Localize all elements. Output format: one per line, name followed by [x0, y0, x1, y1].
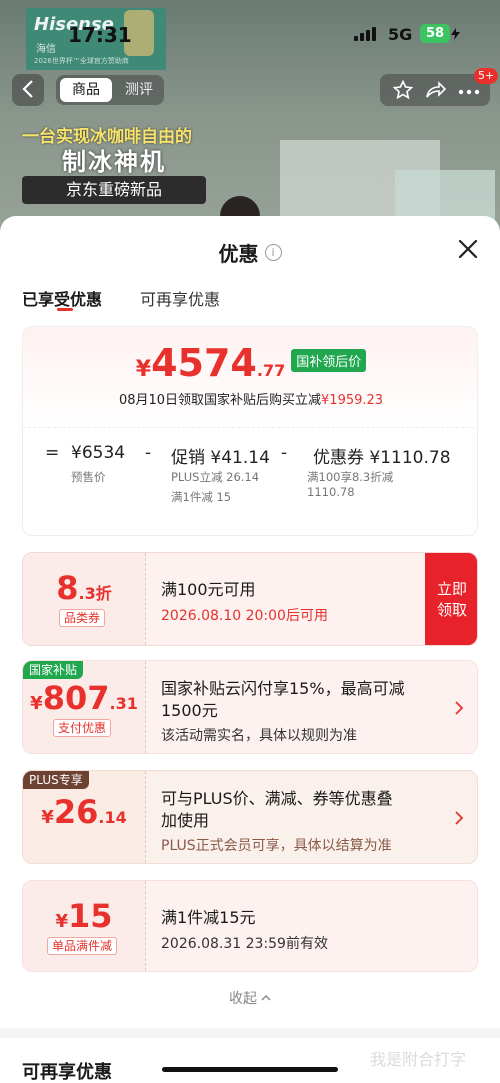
chevron-left-icon — [22, 80, 33, 98]
top-nav: 商品 测评 — [0, 72, 500, 106]
minus-sign: - — [145, 443, 152, 463]
subsidy-description-line1: 国家补贴云闪付享15%，最高可减 — [161, 679, 405, 698]
plus-description-line2: 加使用 — [161, 811, 210, 830]
tab-review[interactable]: 测评 — [116, 78, 162, 102]
payment-discount-amount: ¥807.31 — [30, 679, 138, 717]
promo-detail-quantity: 满1件减 15 — [171, 490, 232, 504]
coupon-value: 优惠券 ¥1110.78 — [313, 448, 451, 468]
coupon-type-label: 品类券 — [59, 609, 106, 627]
quantity-discount-amount: ¥15 — [55, 897, 113, 935]
coupon-detail-amount: 1110.78 — [307, 485, 355, 499]
price-summary-card: ¥4574.77 国补领后价 08月10日领取国家补贴后购买立减¥1959.23 … — [22, 326, 478, 536]
quantity-discount-condition: 满1件减15元 — [161, 908, 256, 927]
info-icon[interactable]: i — [264, 244, 282, 261]
back-button[interactable] — [12, 74, 44, 106]
coupon-discount-rate: 8.3折 — [56, 569, 112, 607]
subsidy-note: 该活动需实名，具体以规则为准 — [161, 728, 357, 744]
hero-headline: 制冰神机 — [62, 148, 166, 176]
coupon-detail-rule: 满100享8.3折减 — [307, 470, 394, 484]
payment-discount-label: 支付优惠 — [53, 719, 112, 737]
subsidy-description-line2: 1500元 — [161, 701, 218, 720]
discount-tabs: 已享受优惠 可再享优惠 — [0, 282, 500, 322]
share-icon[interactable] — [422, 77, 448, 103]
battery-icon: 58 — [420, 24, 450, 43]
final-price: ¥4574.77 国补领后价 — [23, 341, 477, 385]
section-divider — [0, 1028, 500, 1038]
collapse-button[interactable]: 收起 — [0, 988, 500, 1008]
presale-price-label: 预售价 — [71, 470, 106, 484]
minus-sign: - — [281, 443, 288, 463]
coupon-plus-exclusive[interactable]: PLUS专享 ¥26.14 可与PLUS价、满减、券等优惠叠 加使用 PLUS正… — [22, 770, 478, 864]
tab-product[interactable]: 商品 — [60, 78, 112, 102]
home-indicator[interactable] — [162, 1067, 338, 1072]
quantity-discount-label: 单品满件减 — [47, 937, 118, 955]
chevron-right-icon — [455, 701, 464, 715]
nav-actions — [380, 74, 490, 106]
nav-tab-group: 商品 测评 — [56, 75, 164, 105]
promo-detail-plus: PLUS立减 26.14 — [171, 470, 260, 484]
message-badge: 5+ — [474, 68, 499, 84]
tab-more-discounts[interactable]: 可再享优惠 — [140, 286, 220, 310]
sheet-header: 优惠 i — [0, 238, 500, 267]
presale-price-value: ¥6534 — [71, 443, 126, 463]
coupon-gov-subsidy-payment[interactable]: 国家补贴 ¥807.31 支付优惠 国家补贴云闪付享15%，最高可减 1500元… — [22, 660, 478, 754]
favorite-star-icon[interactable] — [390, 77, 416, 103]
sheet-title: 优惠 — [218, 242, 259, 266]
claim-coupon-button[interactable]: 立即领取 — [425, 553, 477, 645]
plus-exclusive-tag: PLUS专享 — [23, 771, 89, 789]
chevron-right-icon — [455, 811, 464, 825]
tab-enjoyed-discounts[interactable]: 已享受优惠 — [22, 286, 102, 310]
coupon-condition: 满100元可用 — [161, 580, 256, 599]
chevron-up-icon — [261, 994, 271, 1001]
plus-note: PLUS正式会员可享，具体以结算为准 — [161, 838, 392, 854]
close-icon[interactable] — [455, 236, 481, 262]
watermark: 我是附合打字 — [370, 1050, 467, 1069]
plus-discount-amount: ¥26.14 — [41, 793, 127, 831]
active-tab-indicator — [57, 308, 73, 311]
charging-icon — [451, 28, 460, 40]
hero-tag: 京东重磅新品 — [22, 176, 206, 204]
gov-subsidy-tag: 国家补贴 — [23, 661, 84, 679]
status-bar: 17:31 5G 58 — [0, 20, 500, 50]
coupon-category: 8.3折 品类券 满100元可用 2026.08.10 20:00后可用 立即领… — [22, 552, 478, 646]
discount-sheet: 优惠 i 已享受优惠 可再享优惠 ¥4574.77 国补领后价 08月10日领取国家… — [0, 216, 500, 1083]
summary-divider — [23, 427, 477, 428]
summary-description: 08月10日领取国家补贴后购买立减¥1959.23 — [118, 393, 384, 408]
battery-level: 58 — [425, 26, 445, 41]
network-type: 5G — [388, 25, 413, 44]
coupon-quantity-discount: ¥15 单品满件减 满1件减15元 2026.08.31 23:59前有效 — [22, 880, 478, 972]
gov-subsidy-price-tag: 国补领后价 — [291, 349, 367, 372]
plus-description-line1: 可与PLUS价、满减、券等优惠叠 — [161, 789, 393, 808]
more-discounts-section-title: 可再享优惠 — [22, 1062, 112, 1083]
coupon-valid-time: 2026.08.10 20:00后可用 — [161, 608, 328, 624]
signal-icon — [354, 27, 380, 41]
quantity-discount-valid-time: 2026.08.31 23:59前有效 — [161, 936, 328, 952]
promo-value: 促销 ¥41.14 — [171, 448, 270, 468]
brand-subtitle: 2026世界杯™全球官方赞助商 — [34, 57, 129, 65]
status-time: 17:31 — [68, 23, 132, 47]
equals-sign: = — [45, 443, 60, 463]
